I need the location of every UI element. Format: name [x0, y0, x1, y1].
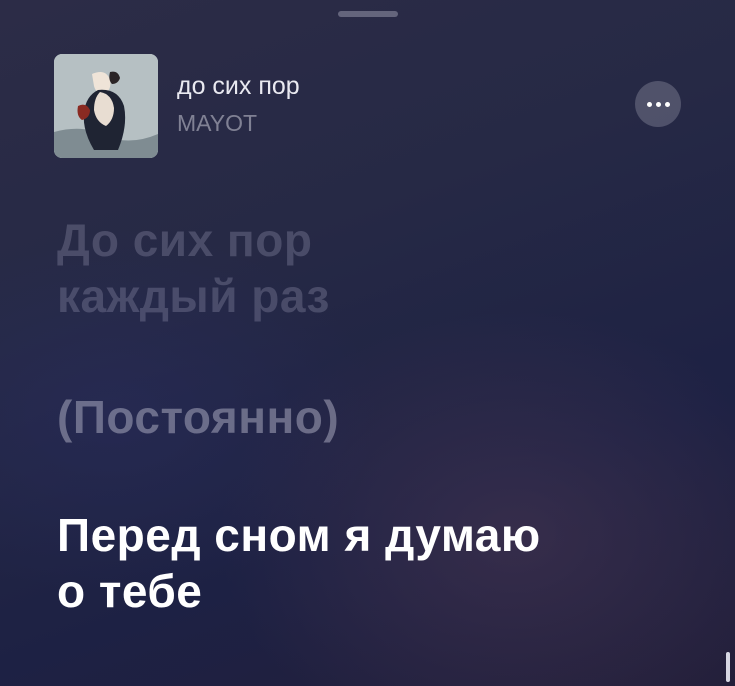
lyric-block-past[interactable]: (Постоянно) — [57, 389, 339, 445]
scroll-indicator[interactable] — [726, 652, 730, 682]
lyric-block-current[interactable]: Перед сном я думаю о тебе — [57, 507, 541, 619]
lyric-line[interactable]: До сих пор — [57, 212, 330, 268]
now-playing-header: до сих пор MAYOT — [54, 54, 684, 158]
track-artist[interactable]: MAYOT — [177, 110, 257, 137]
lyric-line[interactable]: (Постоянно) — [57, 389, 339, 445]
current-lyric-line[interactable]: Перед сном я думаю — [57, 507, 541, 563]
more-options-button[interactable] — [635, 81, 681, 127]
sheet-grabber-handle[interactable] — [338, 11, 398, 17]
album-cover-embracing-couple-icon — [54, 54, 158, 158]
ellipsis-icon — [646, 101, 670, 107]
lyric-block-past[interactable]: До сих пор каждый раз — [57, 212, 330, 324]
lyric-line[interactable]: каждый раз — [57, 268, 330, 324]
track-title: до сих пор — [177, 72, 300, 100]
current-lyric-line[interactable]: о тебе — [57, 563, 541, 619]
album-artwork[interactable] — [54, 54, 158, 158]
